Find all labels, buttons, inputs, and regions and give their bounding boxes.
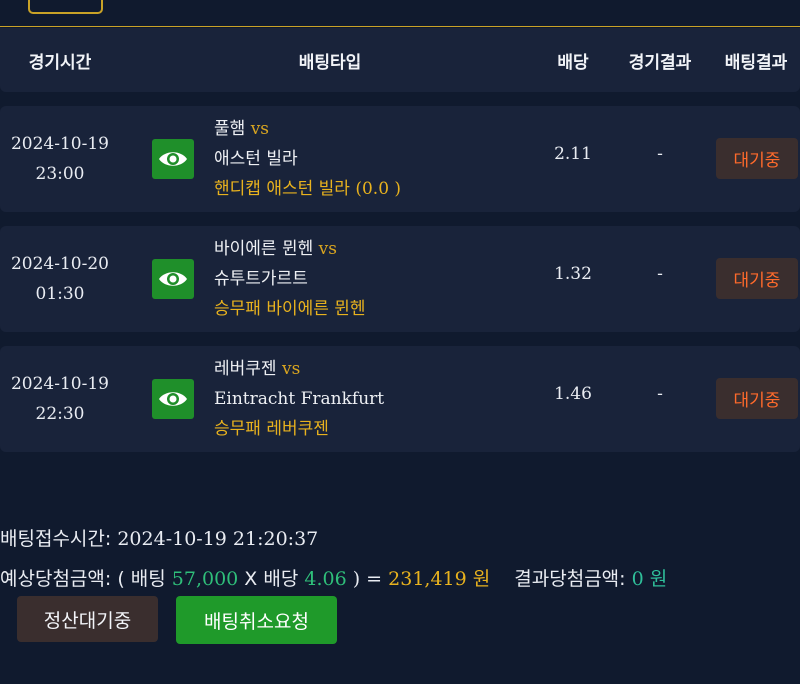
vs-label: vs <box>250 119 270 139</box>
match-time: 01:30 <box>35 284 85 304</box>
stake-amount: 57,000 <box>171 568 239 590</box>
game-result: - <box>657 144 663 164</box>
receipt-time-label: 배팅접수시간: <box>0 528 112 550</box>
table-header: 경기시간 배팅타입 배당 경기결과 배팅결과 <box>0 28 800 92</box>
odds-value: 1.46 <box>554 384 592 404</box>
status-badge: 대기중 <box>716 138 798 179</box>
result-win-label: 결과당첨금액: <box>514 568 632 590</box>
home-team: 풀햄 <box>214 119 246 139</box>
top-tab-button[interactable] <box>28 0 103 14</box>
eye-icon <box>159 392 187 406</box>
bet-type-label: 승무패 레버쿠젠 <box>214 419 329 439</box>
home-team: 바이에른 뮌헨 <box>214 239 314 259</box>
settlement-pending-button[interactable]: 정산대기중 <box>17 596 158 642</box>
bet-type-label: 핸디캡 애스턴 빌라 <box>214 179 350 199</box>
odds-value: 1.32 <box>554 264 592 284</box>
result-win-amount: 0 원 <box>631 568 668 590</box>
bet-type-handicap: (0.0 ) <box>349 179 402 199</box>
header-game-result: 경기결과 <box>628 53 692 73</box>
x-odds-label: X 배당 <box>238 568 305 590</box>
equals-label: ) = <box>346 568 389 590</box>
away-team: Eintracht Frankfurt <box>214 389 385 409</box>
view-details-button[interactable] <box>152 259 194 299</box>
away-team: 애스턴 빌라 <box>214 149 298 169</box>
match-datetime: 2024-10-19 22:30 <box>0 369 120 429</box>
status-badge: 대기중 <box>716 258 798 299</box>
home-team: 레버쿠젠 <box>214 359 277 379</box>
match-date: 2024-10-19 <box>10 374 109 394</box>
view-details-button[interactable] <box>152 139 194 179</box>
header-bet-type: 배팅타입 <box>298 53 362 73</box>
receipt-time-line: 배팅접수시간: 2024-10-19 21:20:37 <box>0 524 318 551</box>
bet-row: 2024-10-20 01:30 바이에른 뮌헨 vs 슈투트가르트 승무패 바… <box>0 226 800 332</box>
eye-icon <box>159 272 187 286</box>
game-result: - <box>657 264 663 284</box>
eye-icon <box>159 152 187 166</box>
expected-win-label: 예상당첨금액: ( 배팅 <box>0 568 172 590</box>
receipt-time-value: 2024-10-19 21:20:37 <box>111 528 319 550</box>
away-team: 슈투트가르트 <box>214 269 308 289</box>
game-result: - <box>657 384 663 404</box>
bet-info: 레버쿠젠 vs Eintracht Frankfurt 승무패 레버쿠젠 <box>214 354 384 444</box>
match-time: 22:30 <box>35 404 85 424</box>
expected-win-line: 예상당첨금액: ( 배팅 57,000 X 배당 4.06 ) = 231,41… <box>0 564 667 591</box>
vs-label: vs <box>281 359 301 379</box>
top-bar <box>0 0 800 27</box>
bet-row: 2024-10-19 22:30 레버쿠젠 vs Eintracht Frank… <box>0 346 800 452</box>
bet-type-label: 승무패 바이에른 뮌헨 <box>214 299 366 319</box>
bet-row: 2024-10-19 23:00 풀햄 vs 애스턴 빌라 핸디캡 애스턴 빌라… <box>0 106 800 212</box>
cancel-bet-request-button[interactable]: 배팅취소요청 <box>176 596 337 644</box>
match-datetime: 2024-10-20 01:30 <box>0 249 120 309</box>
match-datetime: 2024-10-19 23:00 <box>0 129 120 189</box>
header-time: 경기시간 <box>28 53 92 73</box>
match-date: 2024-10-19 <box>10 134 109 154</box>
header-bet-result: 배팅결과 <box>724 53 788 73</box>
odds-value: 2.11 <box>554 144 592 164</box>
expected-win-amount: 231,419 원 <box>388 568 491 590</box>
match-time: 23:00 <box>35 164 85 184</box>
bet-info: 바이에른 뮌헨 vs 슈투트가르트 승무패 바이에른 뮌헨 <box>214 234 366 324</box>
vs-label: vs <box>318 239 337 259</box>
total-odds: 4.06 <box>304 568 347 590</box>
header-odds: 배당 <box>557 53 589 73</box>
match-date: 2024-10-20 <box>10 254 109 274</box>
bet-info: 풀햄 vs 애스턴 빌라 핸디캡 애스턴 빌라 (0.0 ) <box>214 114 401 204</box>
view-details-button[interactable] <box>152 379 194 419</box>
status-badge: 대기중 <box>716 378 798 419</box>
